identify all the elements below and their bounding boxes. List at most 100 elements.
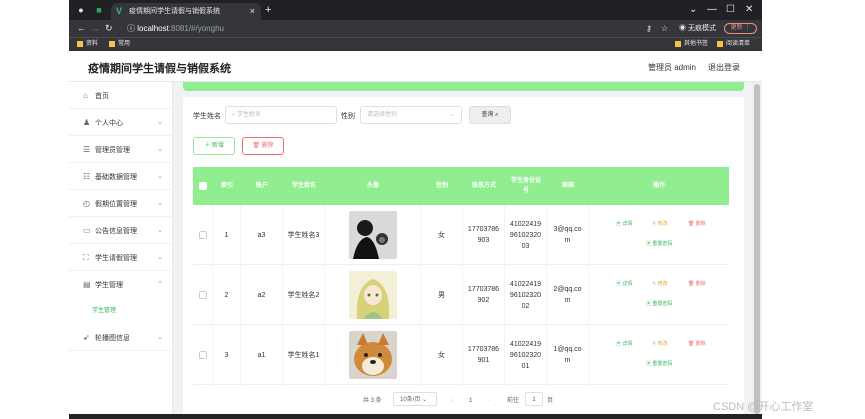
cell-email: 2@qq.com	[547, 265, 589, 325]
new-tab-button[interactable]: +	[265, 3, 271, 17]
sidebar: ⌂ 首页 ♟ 个人中心 ⌄ ☰ 管理员管理 ⌄ ☷ 基础数据管理 ⌄ ◴ 假期位置管理 ⌄ ▭ 公告…	[69, 82, 173, 419]
edit-button[interactable]: ✎ 修改	[649, 279, 671, 289]
prev-page-button[interactable]: ‹	[451, 394, 453, 408]
incognito-indicator[interactable]: ◉ 无痕模式	[679, 23, 716, 34]
back-icon[interactable]: ←	[77, 23, 86, 34]
app-header: 疫情期间学生请假与销假系统 管理员 admin 退出登录	[69, 51, 762, 82]
update-button[interactable]: 更新 ⋮	[724, 23, 757, 34]
reset-password-label: 重置密码	[652, 361, 673, 367]
cell-avatar	[325, 325, 421, 385]
select-all-checkbox[interactable]	[193, 167, 213, 205]
goto-page-input[interactable]: 1	[525, 392, 543, 406]
sidebar-item-label: 学生请假管理	[95, 255, 137, 262]
col-account[interactable]: 账户	[241, 167, 283, 205]
delete-label: 删除	[261, 143, 274, 149]
sidebar-subitem-student-manage[interactable]: 学生管理	[69, 298, 173, 324]
add-label: 新增	[211, 143, 224, 149]
sidebar-item-holiday-location[interactable]: ◴ 假期位置管理 ⌄	[69, 190, 173, 217]
reset-password-button[interactable]: ▣ 重置密码	[643, 359, 675, 369]
page-size-select[interactable]: 10条/页 ⌄	[393, 392, 437, 406]
bookmark-folder-other[interactable]: 其他书签	[675, 38, 708, 51]
tab-close-icon[interactable]: ×	[250, 3, 255, 20]
search-icon: ⌕	[495, 112, 499, 118]
detail-label: 详情	[622, 281, 633, 287]
bookmark-folder-1[interactable]: 常用	[109, 38, 130, 51]
cell-actions: ▣ 详情 ✎ 修改 🗑 删除 ▣ 重置密码	[589, 205, 729, 265]
col-index[interactable]: 索引	[213, 167, 241, 205]
batch-delete-button[interactable]: 🗑 删除	[242, 137, 284, 155]
sidebar-item-profile[interactable]: ♟ 个人中心 ⌄	[69, 109, 173, 136]
gender-select[interactable]: 请选择性别 ⌄	[360, 106, 462, 124]
minimize-button[interactable]: —	[707, 3, 717, 17]
content-card: 学生姓名 ⌕ 学生姓名 性别 请选择性别 ⌄ 查询 ⌕ ＋ 新增 🗑 删除 索引	[183, 97, 744, 419]
chevron-down-icon: ⌄	[157, 173, 163, 180]
sidebar-item-basic-data[interactable]: ☷ 基础数据管理 ⌄	[69, 163, 173, 190]
maximize-button[interactable]: ☐	[726, 3, 735, 17]
forward-icon[interactable]: →	[91, 23, 100, 34]
col-email[interactable]: 邮箱	[547, 167, 589, 205]
key-icon[interactable]: ⚷	[646, 23, 652, 34]
sidebar-item-label: 首页	[95, 93, 109, 100]
delete-button[interactable]: 🗑 删除	[685, 339, 709, 349]
edit-button[interactable]: ✎ 修改	[649, 219, 671, 229]
reset-password-button[interactable]: ▣ 重置密码	[643, 299, 675, 309]
sidebar-item-label: 轮播图信息	[95, 335, 130, 342]
reading-list[interactable]: 阅读清单	[717, 38, 750, 51]
cell-avatar	[325, 265, 421, 325]
incognito-label: 无痕模式	[687, 25, 716, 32]
col-id-card[interactable]: 学生身份证号	[505, 167, 547, 205]
row-checkbox[interactable]	[193, 325, 213, 385]
detail-label: 详情	[622, 341, 633, 347]
name-search-input[interactable]: ⌕ 学生姓名	[225, 106, 337, 124]
plus-icon: ＋	[204, 143, 211, 149]
next-page-button[interactable]: ›	[487, 394, 489, 408]
url-field[interactable]: ⓘ localhost:8081/#/yonghu	[127, 22, 622, 35]
detail-button[interactable]: ▣ 详情	[613, 339, 635, 349]
page-number-current[interactable]: 1	[469, 394, 472, 408]
add-button[interactable]: ＋ 新增	[193, 137, 235, 155]
logout-link[interactable]: 退出登录	[708, 62, 740, 73]
reset-password-button[interactable]: ▣ 重置密码	[643, 239, 675, 249]
row-checkbox[interactable]	[193, 205, 213, 265]
delete-label: 删除	[695, 281, 706, 287]
tab-search-icon[interactable]: ⌄	[689, 3, 697, 17]
edit-label: 修改	[657, 221, 668, 227]
user-icon: ♟	[83, 118, 91, 127]
tab-bar: ● ■ V 疫情期间学生请假与销假系统 × + ⌄ — ☐ ✕	[69, 0, 762, 20]
taskbar-strip	[69, 414, 762, 419]
page-scrollbar[interactable]	[752, 82, 762, 419]
delete-button[interactable]: 🗑 删除	[685, 279, 709, 289]
edit-button[interactable]: ✎ 修改	[649, 339, 671, 349]
sidebar-item-home[interactable]: ⌂ 首页	[69, 82, 173, 109]
star-icon[interactable]: ☆	[661, 23, 668, 34]
sidebar-item-label: 假期位置管理	[95, 201, 137, 208]
browser-tab[interactable]: V 疫情期间学生请假与销假系统 ×	[111, 3, 261, 20]
app-icon[interactable]: ■	[93, 4, 105, 16]
sidebar-item-carousel[interactable]: ➹ 轮播图信息 ⌄	[69, 324, 173, 351]
cell-email: 1@qq.com	[547, 325, 589, 385]
col-gender[interactable]: 性别	[421, 167, 463, 205]
sidebar-item-student[interactable]: ▤ 学生管理 ⌃	[69, 271, 173, 298]
col-phone[interactable]: 联系方式	[463, 167, 505, 205]
detail-button[interactable]: ▣ 详情	[613, 279, 635, 289]
col-name[interactable]: 学生姓名	[283, 167, 325, 205]
close-window-button[interactable]: ✕	[745, 3, 753, 17]
bookmark-folder-0[interactable]: 资料	[77, 38, 98, 51]
detail-button[interactable]: ▣ 详情	[613, 219, 635, 229]
github-icon[interactable]: ●	[75, 4, 87, 16]
sidebar-item-notice[interactable]: ▭ 公告信息管理 ⌄	[69, 217, 173, 244]
col-avatar[interactable]: 头像	[325, 167, 421, 205]
page-size-value: 10条/页	[400, 397, 421, 403]
edit-label: 修改	[657, 341, 668, 347]
row-checkbox[interactable]	[193, 265, 213, 325]
document-icon: ▤	[83, 280, 91, 289]
csdn-watermark: CSDN @开心工作室	[713, 401, 814, 413]
sidebar-item-admin[interactable]: ☰ 管理员管理 ⌄	[69, 136, 173, 163]
sidebar-item-leave[interactable]: ⛶ 学生请假管理 ⌄	[69, 244, 173, 271]
table-row: 1 a3 学生姓名3 女 17703786903 410224199610232…	[193, 205, 729, 265]
query-button[interactable]: 查询 ⌕	[469, 106, 511, 124]
delete-button[interactable]: 🗑 删除	[685, 219, 709, 229]
avatar-anime-girl	[348, 271, 397, 319]
scrollbar-thumb[interactable]	[754, 84, 760, 414]
reload-icon[interactable]: ↻	[105, 23, 113, 34]
